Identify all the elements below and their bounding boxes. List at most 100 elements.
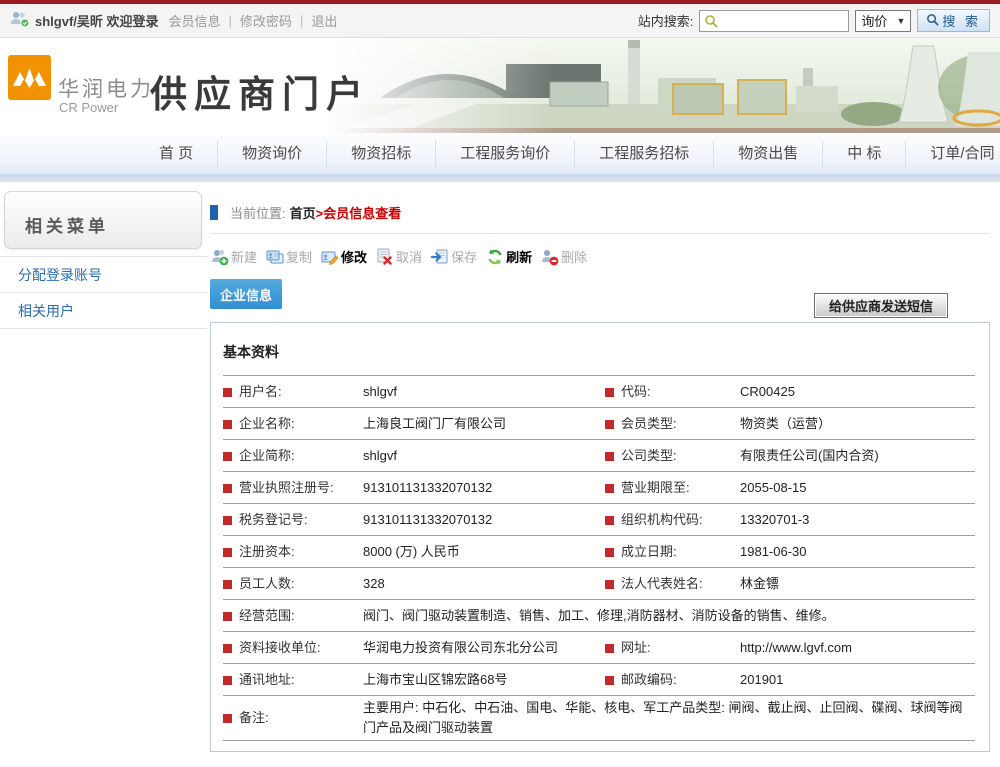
nav-item[interactable]: 物资招标	[327, 140, 436, 168]
table-row: 注册资本:8000 (万) 人民币成立日期:1981-06-30	[223, 536, 975, 568]
field-label: 企业名称:	[239, 416, 295, 431]
field-bullet-icon	[223, 612, 232, 621]
field-bullet-icon	[223, 452, 232, 461]
tab-company-info[interactable]: 企业信息	[210, 279, 282, 309]
field-bullet-icon	[605, 388, 614, 397]
toolbar-refresh-button[interactable]: 刷新	[486, 247, 532, 266]
chevron-down-icon: ▼	[896, 16, 905, 26]
user-welcome-text: shlgvf/吴昕 欢迎登录	[35, 11, 159, 30]
toolbar-copy-button[interactable]: 复制	[266, 247, 312, 266]
field-bullet-icon	[223, 580, 232, 589]
user-add-icon	[211, 248, 229, 266]
breadcrumb-marker-icon	[210, 205, 218, 220]
search-input[interactable]	[699, 10, 849, 32]
field-value: 13320701-3	[740, 512, 809, 527]
table-row: 营业执照注册号: 913101131332070132 营业期限至: 2055-08-…	[223, 472, 975, 504]
nav-item[interactable]: 首 页	[135, 140, 218, 168]
field-label: 税务登记号:	[239, 512, 308, 527]
field-label: 会员类型:	[621, 416, 677, 431]
search-button-label: 搜 索	[942, 11, 981, 30]
toolbar-label: 刷新	[506, 247, 532, 266]
topbar-link[interactable]: 会员信息	[169, 11, 221, 30]
main-nav: 首 页物资询价物资招标工程服务询价工程服务招标物资出售中 标订单/合同	[0, 133, 1000, 174]
toolbar-label: 取消	[396, 247, 422, 266]
field-label: 营业执照注册号:	[239, 480, 334, 495]
field-value: 913101131332070132	[363, 480, 492, 495]
breadcrumb-current: >会员信息查看	[316, 203, 402, 222]
cr-power-logo	[8, 55, 51, 105]
nav-item[interactable]: 工程服务招标	[575, 140, 714, 168]
field-value: 8000 (万) 人民币	[363, 544, 460, 559]
field-bullet-icon	[605, 580, 614, 589]
sidebar-menu-item[interactable]: 相关用户	[0, 293, 207, 329]
search-input-icon	[704, 14, 718, 31]
table-row: 用户名:shlgvf代码:CR00425	[223, 376, 975, 408]
sidebar-title: 相关菜单	[25, 212, 109, 237]
field-label: 资料接收单位:	[239, 640, 321, 655]
field-value: shlgvf	[363, 384, 397, 399]
logo-text-en: CR Power	[59, 100, 118, 115]
nav-item[interactable]: 物资询价	[218, 140, 327, 168]
send-sms-to-supplier-button[interactable]: 给供应商发送短信	[814, 293, 948, 318]
save-icon	[431, 248, 449, 266]
table-row: 企业简称:shlgvf公司类型:有限责任公司(国内合资)	[223, 440, 975, 472]
toolbar-edit-button[interactable]: 修改	[321, 247, 367, 266]
toolbar-user-add-button[interactable]: 新建	[211, 247, 257, 266]
field-label: 通讯地址:	[239, 672, 295, 687]
sidebar: 相关菜单 分配登录账号相关用户	[0, 182, 207, 767]
field-value: 物资类（运营）	[740, 416, 831, 431]
field-bullet-icon	[223, 644, 232, 653]
refresh-icon	[486, 248, 504, 266]
field-bullet-icon	[605, 676, 614, 685]
field-label: 法人代表姓名:	[621, 576, 703, 591]
sidebar-menu: 分配登录账号相关用户	[0, 256, 207, 329]
field-value: 2055-08-15	[740, 480, 807, 495]
nav-item[interactable]: 工程服务询价	[436, 140, 575, 168]
breadcrumb-home-link[interactable]: 首页	[290, 203, 316, 222]
toolbar-label: 复制	[286, 247, 312, 266]
portal-title: 供应商门户	[150, 64, 370, 118]
table-row: 企业名称:上海良工阀门厂有限公司会员类型:物资类（运营）	[223, 408, 975, 440]
field-label: 网址:	[621, 640, 651, 655]
toolbar-user-delete-button[interactable]: 删除	[541, 247, 587, 266]
topbar-link[interactable]: 退出	[311, 11, 337, 30]
field-value: 林金镖	[740, 576, 779, 591]
field-label: 营业期限至:	[621, 480, 690, 495]
nav-bottom-band	[0, 174, 1000, 182]
users-icon	[10, 11, 30, 30]
site-search: 站内搜索: 询价 ▼ 搜 索	[638, 9, 990, 32]
search-button[interactable]: 搜 索	[917, 9, 990, 32]
toolbar-label: 保存	[451, 247, 477, 266]
nav-item[interactable]: 订单/合同	[906, 140, 1000, 168]
link-separator: |	[300, 13, 303, 28]
sidebar-menu-item[interactable]: 分配登录账号	[0, 257, 207, 293]
field-value: 主要用户: 中石化、中石油、国电、华能、核电、军工产品类型: 闸阀、截止阀、止回…	[363, 700, 962, 735]
topbar-links: 会员信息|修改密码|退出	[169, 11, 338, 30]
section-title-basic-info: 基本资料	[223, 342, 989, 362]
field-label: 经营范围:	[239, 608, 295, 623]
search-category-select[interactable]: 询价 ▼	[855, 10, 911, 32]
table-row: 员工人数:328法人代表姓名:林金镖	[223, 568, 975, 600]
main-area: 当前位置: 首页 >会员信息查看 新建 复制修改 取消 保存 刷新 删除 企业信息 给供应…	[207, 182, 1000, 767]
field-value: CR00425	[740, 384, 795, 399]
nav-item[interactable]: 物资出售	[714, 140, 823, 168]
field-value: 913101131332070132	[363, 512, 492, 527]
field-label: 注册资本:	[239, 544, 295, 559]
field-bullet-icon	[223, 676, 232, 685]
toolbar-label: 删除	[561, 247, 587, 266]
table-row: 经营范围:阀门、阀门驱动装置制造、销售、加工、修理,消防器材、消防设备的销售、维…	[223, 600, 975, 632]
field-value: 华润电力投资有限公司东北分公司	[363, 640, 558, 655]
field-label: 用户名:	[239, 384, 282, 399]
field-label: 员工人数:	[239, 576, 295, 591]
search-icon	[926, 13, 939, 29]
toolbar-save-button[interactable]: 保存	[431, 247, 477, 266]
nav-item[interactable]: 中 标	[823, 140, 906, 168]
company-info-panel: 基本资料 用户名:shlgvf代码:CR00425企业名称:上海良工阀门厂有限公…	[210, 322, 990, 752]
field-value: 1981-06-30	[740, 544, 807, 559]
field-bullet-icon	[223, 388, 232, 397]
cancel-icon	[376, 248, 394, 266]
toolbar-cancel-button[interactable]: 取消	[376, 247, 422, 266]
breadcrumb: 当前位置: 首页 >会员信息查看	[210, 203, 990, 222]
topbar-link[interactable]: 修改密码	[240, 11, 292, 30]
copy-icon	[266, 248, 284, 266]
